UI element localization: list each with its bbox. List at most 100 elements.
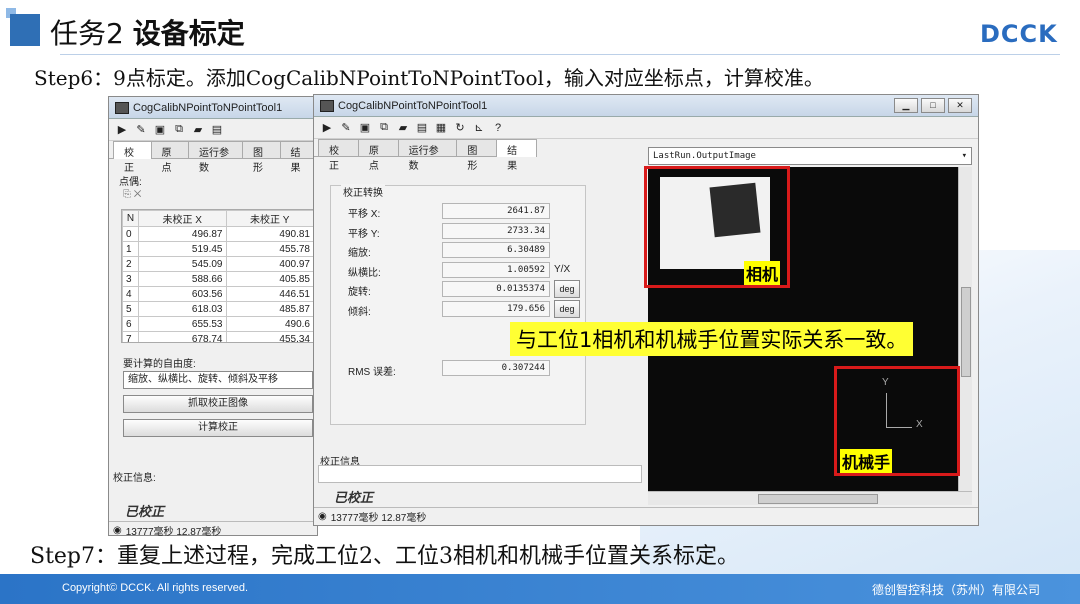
table-row[interactable]: 1 519.45 455.78 [122,241,314,257]
points-table: N 未校正 X 未校正 Y 0 496.87 490.81 1 519.45 455.78… [122,210,314,342]
reset-icon[interactable]: ↻ [453,121,467,135]
dcck-logo: DCCK [980,20,1058,48]
tab-calibrate[interactable]: 校正 [318,139,359,172]
unit-button[interactable]: deg [554,280,580,298]
callout-text: 与工位1相机和机械手位置实际关系一致。 [510,322,914,356]
transform-label: 倾斜: [348,306,371,318]
front-status-bar: ◉ 13777毫秒 12.87毫秒 [314,507,978,525]
image-select-value: LastRun.OutputImage [653,151,756,161]
title-prefix: 任务2 [50,17,124,50]
back-status-text: 13777毫秒 12.87毫秒 [125,527,222,538]
group-title: 校正转换 [341,184,385,199]
row-index: 0 [122,226,139,242]
points-toolbar: ⎘ ✕ [123,189,142,200]
transform-value: 2641.87 [442,203,550,219]
edit-icon[interactable]: ✎ [339,121,353,135]
run-icon[interactable]: ▶ [115,123,129,137]
uncorrected-x: 655.53 [138,316,227,332]
footer: Copyright© DCCK. All rights reserved. 德创… [0,574,1080,604]
tab-graphics[interactable]: 图形 [456,139,498,172]
dof-select[interactable]: 缩放、纵横比、旋转、倾斜及平移 [123,371,313,389]
help-icon[interactable]: ? [491,121,505,135]
front-window-title: CogCalibNPointToNPointTool1 [338,99,488,112]
points-table-wrap: N 未校正 X 未校正 Y 0 496.87 490.81 1 519.45 455.78… [121,209,315,343]
maximize-button[interactable]: □ [921,98,945,113]
grid-icon[interactable]: ▦ [434,121,448,135]
tab-run-params[interactable]: 运行参数 [397,139,458,172]
front-status-text: 13777毫秒 12.87毫秒 [330,513,427,524]
table-row[interactable]: 3 588.66 405.85 [122,271,314,287]
row-index: 6 [122,316,139,332]
scroll-thumb[interactable] [961,287,971,377]
tab-results[interactable]: 结果 [496,139,537,172]
horizontal-scrollbar[interactable] [648,491,972,505]
table-row[interactable]: 6 655.53 490.6 [122,316,314,332]
col-y: 未校正 Y [225,210,314,227]
col-n: N [122,210,139,227]
uncorrected-x: 588.66 [138,271,227,287]
row-index: 1 [122,241,139,257]
tab-calibrate[interactable]: 校正 [113,141,152,174]
uncorrected-y: 455.34 [225,331,314,342]
row-index: 7 [122,331,139,342]
uncorrected-y: 485.87 [225,301,314,317]
tab-graphics[interactable]: 图形 [242,141,281,174]
calibrated-status: 已校正 [125,504,165,519]
close-button[interactable]: ✕ [948,98,972,113]
row-index: 3 [122,271,139,287]
transform-label: 纵横比: [348,267,381,279]
uncorrected-x: 545.09 [138,256,227,272]
chevron-down-icon: ▾ [961,151,967,161]
calib-info-box [318,465,642,483]
copy-icon[interactable]: ⧉ [172,123,186,137]
uncorrected-y: 446.51 [225,286,314,302]
open-icon[interactable]: ▰ [191,123,205,137]
open-icon[interactable]: ▰ [396,121,410,135]
transform-value: 2733.34 [442,222,550,239]
transform-label: 平移 X: [348,209,381,220]
camera-label: 相机 [744,261,781,285]
window-controls: ▁ □ ✕ [894,98,972,113]
save-icon[interactable]: ▤ [415,121,429,135]
tab-origin[interactable]: 原点 [357,139,399,172]
app-icon [320,99,334,112]
uncorrected-x: 496.87 [138,226,227,242]
step7-text: Step7：重复上述过程，完成工位2、工位3相机和机械手位置关系标定。 [30,544,740,569]
edit-icon[interactable]: ✎ [134,123,148,137]
run-icon[interactable]: ▶ [320,121,334,135]
vertical-scrollbar[interactable] [958,167,972,491]
unit-button[interactable]: deg [554,299,580,318]
table-row[interactable]: 5 618.03 485.87 [122,301,314,317]
front-window-titlebar: CogCalibNPointToNPointTool1 ▁ □ ✕ [314,95,978,117]
company-name: 德创智控科技（苏州）有限公司 [871,583,1040,597]
minimize-button[interactable]: ▁ [894,98,918,113]
calibrated-status: 已校正 [334,490,374,505]
compute-calibration-button[interactable]: 计算校正 [123,419,313,437]
calib-info-label: 校正信息: [113,473,156,484]
uncorrected-x: 603.56 [138,286,227,302]
tab-run-params[interactable]: 运行参数 [188,141,243,174]
table-row[interactable]: 7 678.74 455.34 [122,331,314,342]
table-row[interactable]: 2 545.09 400.97 [122,256,314,272]
image-select[interactable]: LastRun.OutputImage ▾ [648,147,972,165]
image-icon[interactable]: ▣ [358,121,372,135]
transform-value: 0.0135374 [442,281,550,297]
points-table-body: 0 496.87 490.81 1 519.45 455.78 2 545.09 400.97 3… [122,226,314,342]
dof-label: 要计算的自由度: [123,359,196,370]
measure-icon[interactable]: ⊾ [472,121,486,135]
row-index: 2 [122,256,139,272]
h-scroll-thumb[interactable] [758,494,878,504]
save-icon[interactable]: ▤ [210,123,224,137]
uncorrected-y: 405.85 [225,271,314,287]
uncorrected-y: 490.81 [225,226,314,242]
image-icon[interactable]: ▣ [153,123,167,137]
step6-text: Step6：9点标定。添加CogCalibNPointToNPointTool，… [34,66,824,90]
copy-icon[interactable]: ⧉ [377,121,391,135]
grab-image-button[interactable]: 抓取校正图像 [123,395,313,413]
tab-origin[interactable]: 原点 [150,141,189,174]
table-row[interactable]: 4 603.56 446.51 [122,286,314,302]
status-icon: ◉ [113,525,122,536]
back-window-titlebar: CogCalibNPointToNPointTool1 [109,97,317,119]
table-row[interactable]: 0 496.87 490.81 [122,226,314,242]
unit-label: Y/X [554,263,571,275]
